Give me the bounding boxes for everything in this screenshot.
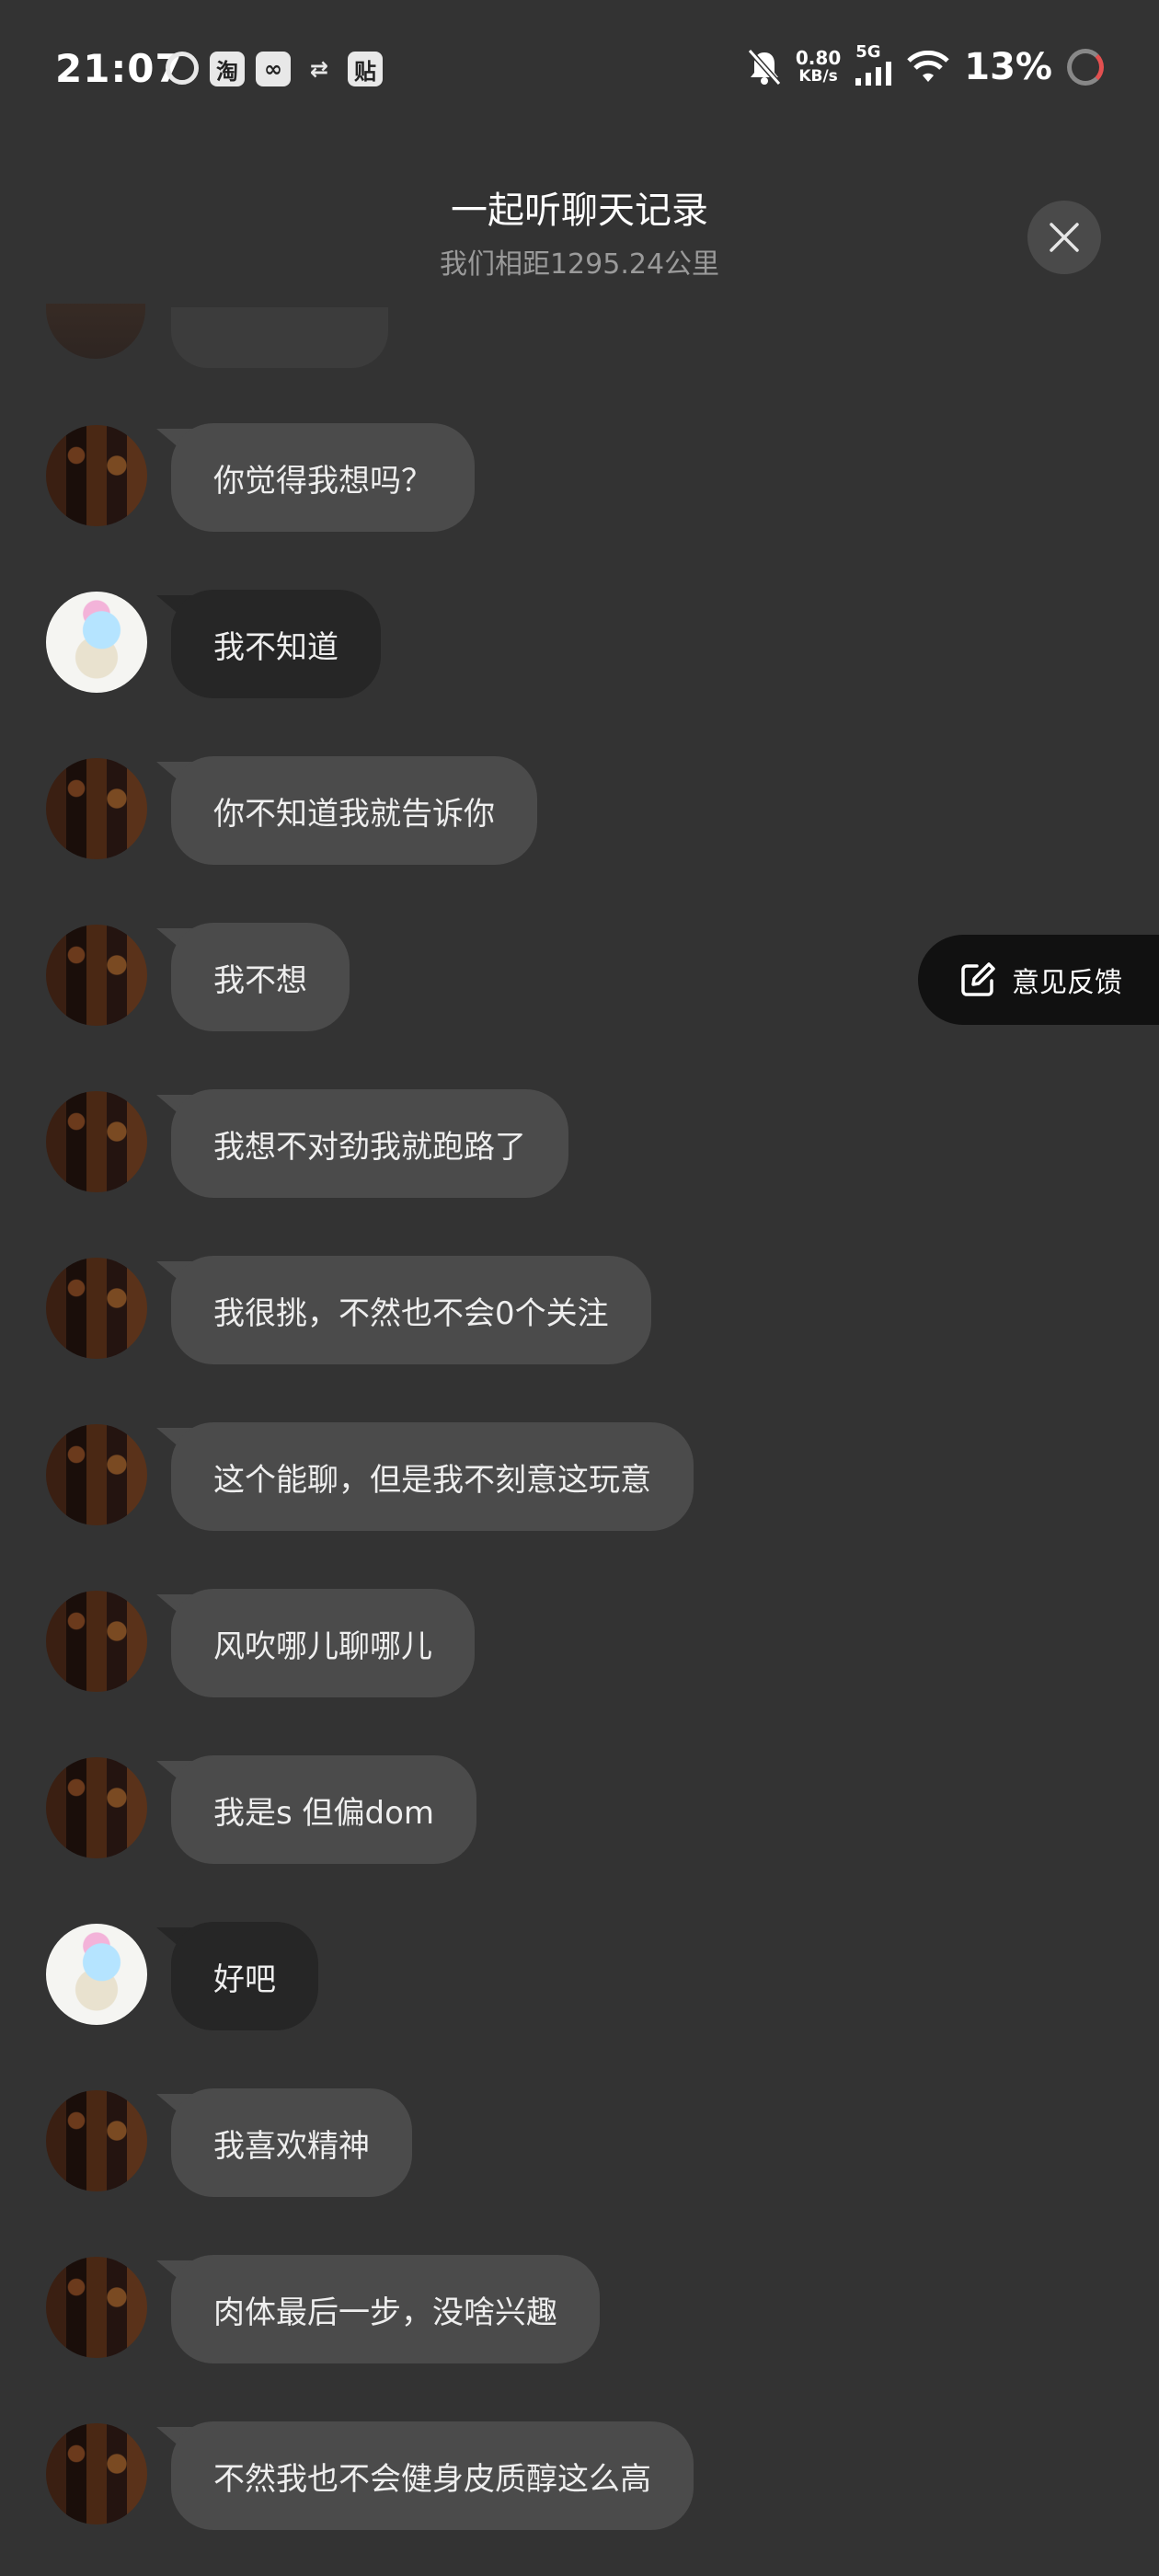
wifi-icon <box>907 51 949 82</box>
close-button[interactable] <box>1027 201 1101 274</box>
close-icon <box>1050 223 1079 252</box>
tieba-icon: 贴 <box>348 52 383 86</box>
message-row-other: 我想不对劲我就跑路了 <box>0 1089 1159 1202</box>
notification-icons: 淘 ∞ ⇄ 贴 <box>166 52 383 86</box>
message-bubble[interactable]: 你不知道我就告诉你 <box>171 756 537 865</box>
message-row-other: 我是s 但偏dom <box>0 1755 1159 1868</box>
message-text: 我不知道 <box>213 628 339 666</box>
message-text: 肉体最后一步，没啥兴趣 <box>213 2294 557 2331</box>
partner-avatar[interactable] <box>46 425 147 526</box>
avatar-partial <box>46 304 145 359</box>
net-speed: 0.80 KB/s <box>796 49 841 86</box>
partner-avatar[interactable] <box>46 1591 147 1692</box>
message-bubble[interactable]: 不然我也不会健身皮质醇这么高 <box>171 2421 694 2530</box>
handshake-icon: ⇄ <box>309 56 329 82</box>
message-bubble[interactable]: 我不知道 <box>171 590 381 698</box>
cellular-signal: 5G <box>855 42 892 86</box>
baidu-netdisk-icon: ∞ <box>256 52 291 86</box>
network-type: 5G <box>855 41 881 62</box>
distance-subtitle: 我们相距1295.24公里 <box>439 248 720 281</box>
feedback-label: 意见反馈 <box>1012 967 1122 999</box>
message-row-other: 你觉得我想吗？ <box>0 423 1159 535</box>
partner-avatar[interactable] <box>46 2257 147 2358</box>
message-bubble[interactable]: 我不想 <box>171 923 350 1031</box>
status-bar: 21:07 淘 ∞ ⇄ 贴 0.80 KB/s 5G 13% <box>0 0 1159 138</box>
signal-bars-icon <box>855 61 892 86</box>
message-bubble[interactable]: 你觉得我想吗？ <box>171 423 475 532</box>
system-icons: 0.80 KB/s 5G 13% <box>747 42 1104 88</box>
message-bubble[interactable]: 这个能聊，但是我不刻意这玩意 <box>171 1422 694 1531</box>
message-row-other: 不然我也不会健身皮质醇这么高 <box>0 2421 1159 2534</box>
message-bubble[interactable]: 风吹哪儿聊哪儿 <box>171 1589 475 1697</box>
partner-avatar[interactable] <box>46 925 147 1026</box>
message-text: 我很挑，不然也不会0个关注 <box>213 1294 609 1332</box>
message-text: 我是s 但偏dom <box>213 1794 435 1832</box>
message-bubble[interactable]: 我是s 但偏dom <box>171 1755 477 1864</box>
net-speed-unit: KB/s <box>798 67 838 86</box>
partner-avatar[interactable] <box>46 1424 147 1525</box>
message-text: 风吹哪儿聊哪儿 <box>213 1627 432 1665</box>
message-bubble[interactable]: 我想不对劲我就跑路了 <box>171 1089 568 1198</box>
page-title: 一起听聊天记录 <box>451 190 708 232</box>
message-bubble[interactable]: 我很挑，不然也不会0个关注 <box>171 1256 651 1364</box>
partner-avatar[interactable] <box>46 1757 147 1858</box>
message-text: 不然我也不会健身皮质醇这么高 <box>213 2460 651 2498</box>
message-text: 你觉得我想吗？ <box>213 462 432 500</box>
message-bubble-partial <box>171 307 388 368</box>
message-bubble[interactable]: 我喜欢精神 <box>171 2088 412 2197</box>
partner-avatar[interactable] <box>46 2423 147 2524</box>
edit-icon <box>961 962 995 996</box>
message-text: 我喜欢精神 <box>213 2127 370 2165</box>
net-speed-value: 0.80 <box>795 47 842 69</box>
message-row-other: 风吹哪儿聊哪儿 <box>0 1589 1159 1701</box>
message-text: 这个能聊，但是我不刻意这玩意 <box>213 1461 651 1499</box>
message-row-other: 肉体最后一步，没啥兴趣 <box>0 2255 1159 2367</box>
message-bubble[interactable]: 好吧 <box>171 1922 318 2030</box>
message-row-me: 好吧 <box>0 1922 1159 2034</box>
message-row-other: 这个能聊，但是我不刻意这玩意 <box>0 1422 1159 1535</box>
message-row-other: 你不知道我就告诉你 <box>0 756 1159 868</box>
message-text: 我想不对劲我就跑路了 <box>213 1128 526 1166</box>
battery-ring-icon <box>1067 49 1104 86</box>
message-bubble[interactable]: 肉体最后一步，没啥兴趣 <box>171 2255 600 2363</box>
battery-percent: 13% <box>964 46 1052 88</box>
my-avatar[interactable] <box>46 592 147 693</box>
mute-bell-icon <box>747 49 781 86</box>
message-row-me: 我不知道 <box>0 590 1159 702</box>
partner-avatar[interactable] <box>46 1258 147 1359</box>
message-text: 你不知道我就告诉你 <box>213 795 495 833</box>
partner-avatar[interactable] <box>46 758 147 859</box>
sync-ring-icon <box>166 52 199 85</box>
message-text: 好吧 <box>213 1961 276 1998</box>
my-avatar[interactable] <box>46 1924 147 2025</box>
status-time: 21:07 <box>55 46 183 91</box>
feedback-button[interactable]: 意见反馈 <box>918 935 1159 1025</box>
message-text: 我不想 <box>213 961 307 999</box>
partner-avatar[interactable] <box>46 2090 147 2191</box>
message-row-other: 我喜欢精神 <box>0 2088 1159 2201</box>
taobao-icon: 淘 <box>210 52 245 86</box>
partner-avatar[interactable] <box>46 1091 147 1192</box>
message-row-other: 我很挑，不然也不会0个关注 <box>0 1256 1159 1368</box>
